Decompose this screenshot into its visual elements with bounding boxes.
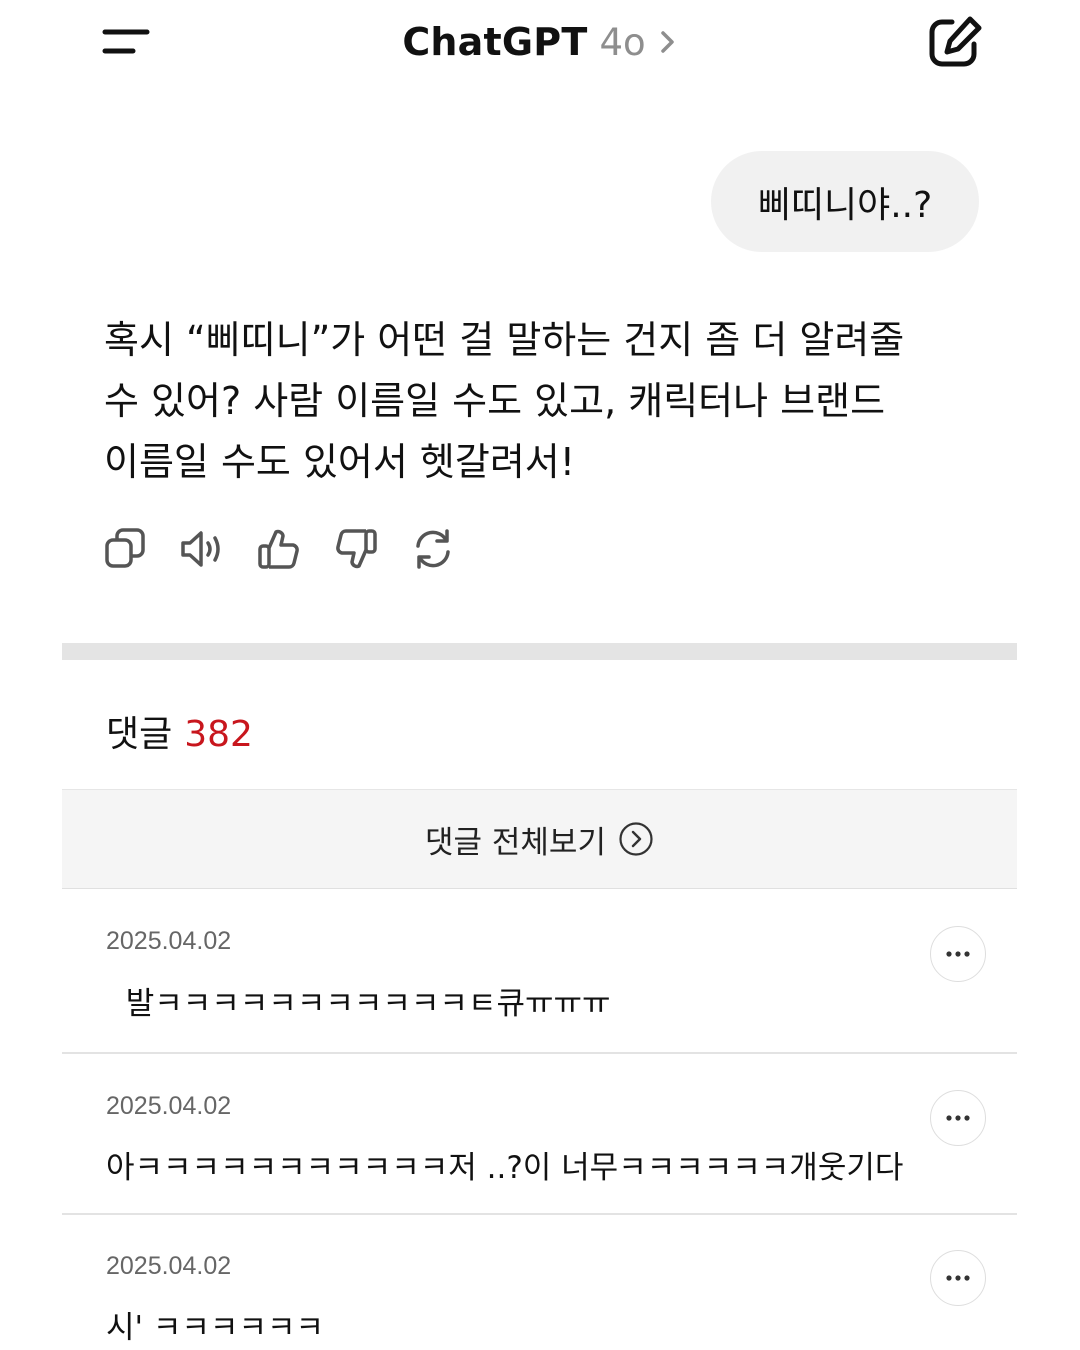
- assistant-message-line: 혹시 “삐띠니”가 어떤 걸 말하는 건지 좀 더 알려줄: [104, 318, 905, 362]
- new-chat-icon[interactable]: [926, 14, 984, 68]
- more-dots-icon: [946, 1275, 970, 1281]
- thumbs-down-icon[interactable]: [333, 526, 379, 572]
- copy-icon[interactable]: [102, 526, 148, 572]
- comment-divider: [62, 1052, 1017, 1054]
- user-message-text: 삐띠니야..?: [757, 184, 933, 226]
- thumbs-up-icon[interactable]: [256, 526, 302, 572]
- comment-more-button[interactable]: [930, 926, 986, 982]
- comment-text: 아ㅋㅋㅋㅋㅋㅋㅋㅋㅋㅋㅋ저 ..?이 너무ㅋㅋㅋㅋㅋㅋ개웃기다: [106, 1150, 904, 1186]
- comment-text: 발ㅋㅋㅋㅋㅋㅋㅋㅋㅋㅋㅋㅌ큐ㅠㅠㅠ: [106, 986, 611, 1022]
- chevron-right-circle-icon: [618, 821, 654, 857]
- comment-divider: [62, 1213, 1017, 1215]
- menu-icon[interactable]: [100, 22, 156, 62]
- view-all-comments-button[interactable]: 댓글 전체보기: [62, 789, 1017, 889]
- user-message-bubble: 삐띠니야..?: [711, 151, 979, 252]
- read-aloud-icon[interactable]: [179, 526, 225, 572]
- comments-label: 댓글: [106, 714, 173, 755]
- comment-date: 2025.04.02: [106, 927, 232, 955]
- comment-more-button[interactable]: [930, 1250, 986, 1306]
- more-dots-icon: [946, 951, 970, 957]
- chevron-right-icon: [658, 27, 678, 57]
- comments-heading: 댓글 382: [106, 705, 253, 757]
- view-all-comments-label: 댓글 전체보기: [425, 824, 606, 861]
- comment-text: 시' ㅋㅋㅋㅋㅋㅋ: [106, 1310, 325, 1346]
- model-switcher[interactable]: ChatGPT 4o: [402, 20, 677, 64]
- assistant-message-line: 이름일 수도 있어서 헷갈려서!: [104, 440, 575, 484]
- assistant-message-line: 수 있어? 사람 이름일 수도 있고, 캐릭터나 브랜드: [104, 379, 886, 423]
- app-title: ChatGPT: [402, 20, 588, 64]
- comment-more-button[interactable]: [930, 1090, 986, 1146]
- regenerate-icon[interactable]: [410, 526, 456, 572]
- assistant-message: 혹시 “삐띠니”가 어떤 걸 말하는 건지 좀 더 알려줄 수 있어? 사람 이…: [104, 310, 984, 493]
- comments-count: 382: [184, 714, 253, 755]
- more-dots-icon: [946, 1115, 970, 1121]
- comment-date: 2025.04.02: [106, 1252, 232, 1280]
- section-divider: [62, 643, 1017, 660]
- header: ChatGPT 4o: [0, 14, 1080, 70]
- comment-date: 2025.04.02: [106, 1092, 232, 1120]
- model-name: 4o: [599, 20, 646, 64]
